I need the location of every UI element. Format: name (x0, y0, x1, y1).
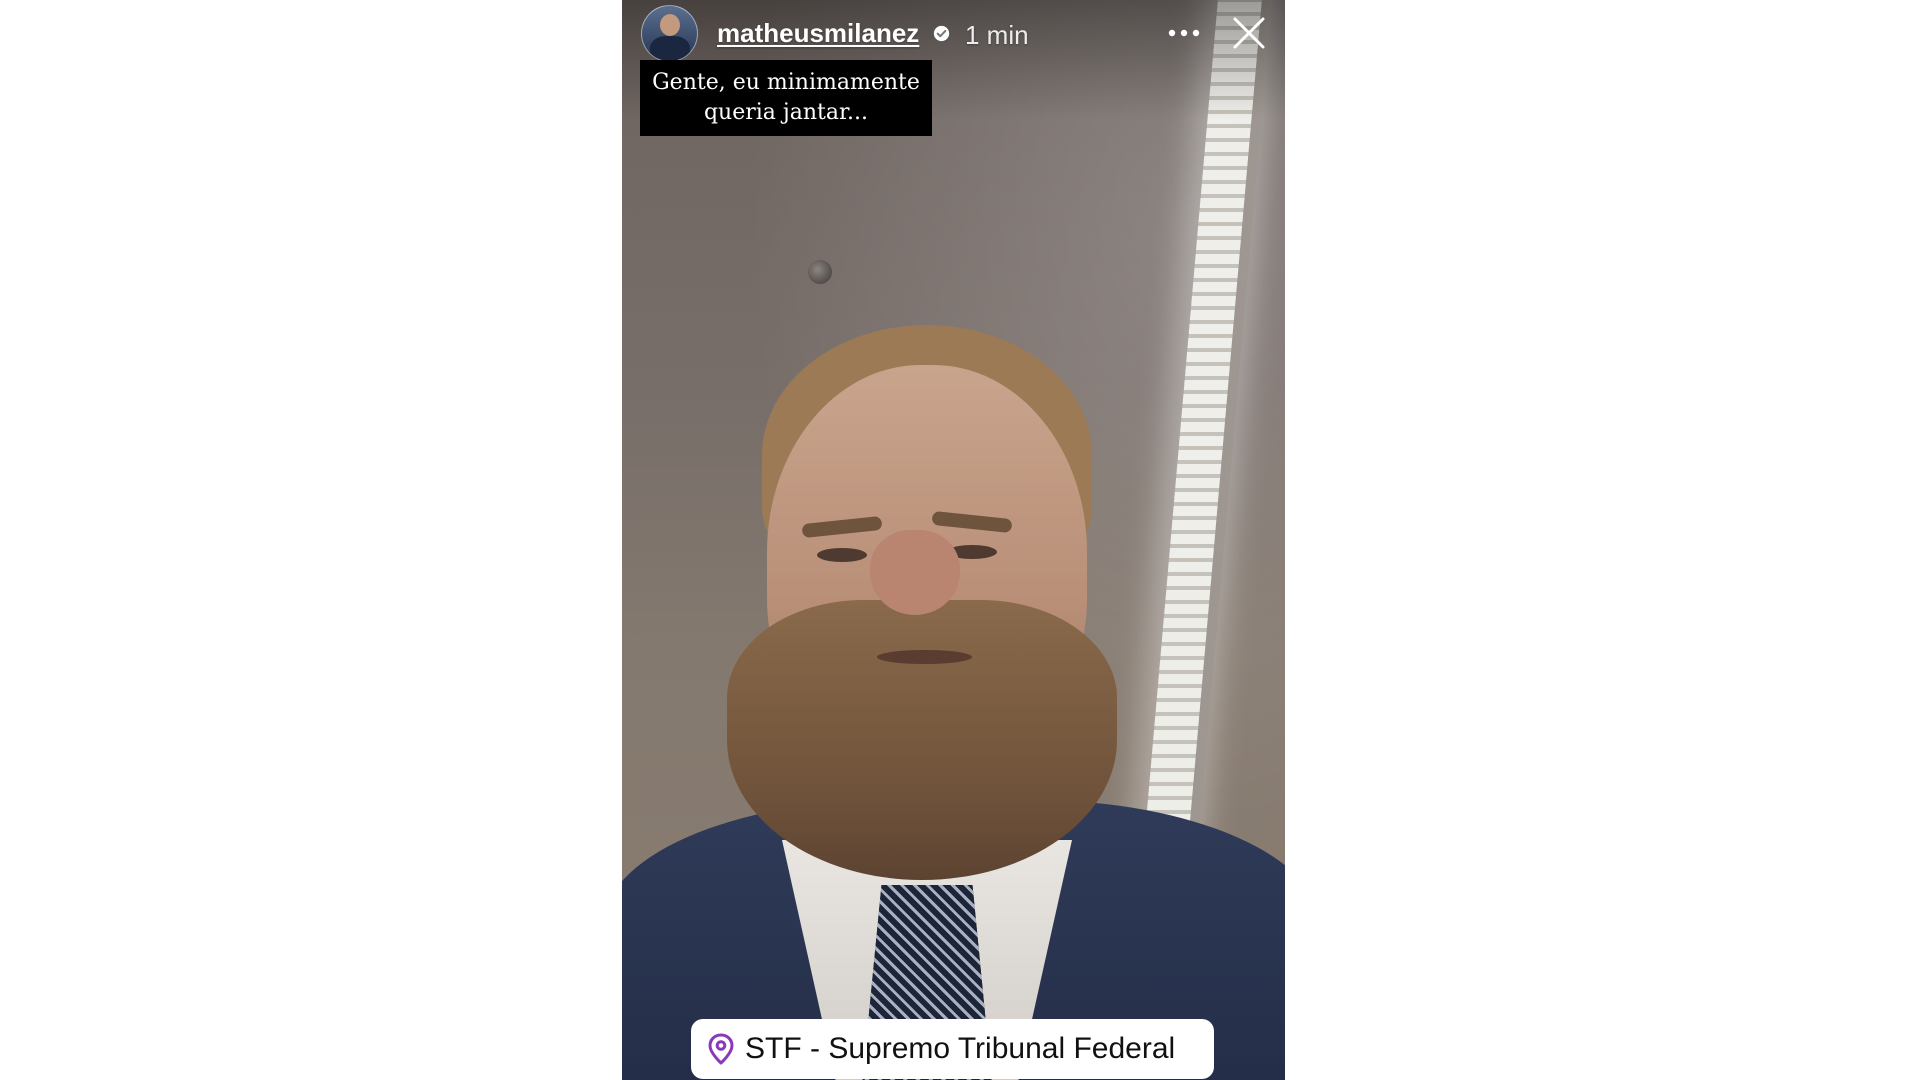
close-icon[interactable] (1230, 14, 1268, 52)
more-options-icon[interactable] (1164, 18, 1204, 48)
avatar[interactable] (641, 5, 698, 62)
avatar-body (650, 36, 690, 61)
location-pin-icon (708, 1033, 734, 1065)
story-photo-beard (727, 600, 1117, 880)
story-photo-nose (870, 530, 960, 615)
post-time: 1 min (965, 20, 1029, 50)
avatar-head (660, 14, 680, 36)
story-caption: Gente, eu minimamente queria jantar... (640, 60, 932, 136)
story-photo-ceiling-sensor (808, 260, 832, 284)
story-photo-mouth (877, 650, 972, 664)
location-label: STF - Supremo Tribunal Federal (745, 1032, 1176, 1065)
story-viewer[interactable]: matheusmilanez 1 min Gente, eu minimamen… (622, 0, 1285, 1080)
location-sticker[interactable]: STF - Supremo Tribunal Federal (691, 1019, 1214, 1079)
verified-badge-icon (933, 25, 950, 42)
story-photo-left-eye (817, 548, 867, 562)
username-link[interactable]: matheusmilanez (717, 18, 919, 49)
story-header: matheusmilanez 1 min (622, 0, 1285, 68)
page: matheusmilanez 1 min Gente, eu minimamen… (0, 0, 1920, 1080)
